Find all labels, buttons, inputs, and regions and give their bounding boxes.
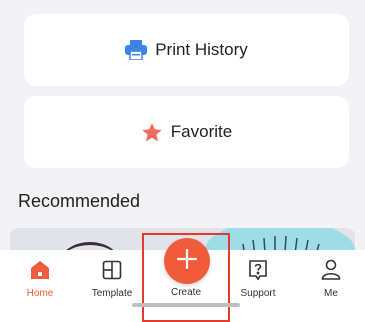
home-icon bbox=[28, 258, 52, 282]
star-icon bbox=[141, 122, 163, 143]
tab-me[interactable]: Me bbox=[301, 258, 361, 299]
plus-icon bbox=[176, 248, 198, 274]
home-indicator bbox=[132, 303, 240, 307]
tab-home[interactable]: Home bbox=[10, 258, 70, 299]
favorite-label: Favorite bbox=[170, 122, 233, 141]
create-highlight: Create bbox=[142, 233, 230, 322]
profile-icon bbox=[319, 258, 343, 282]
favorite-card[interactable]: Favorite bbox=[24, 96, 349, 168]
support-icon bbox=[246, 258, 270, 282]
tab-me-label: Me bbox=[324, 288, 338, 299]
template-icon bbox=[100, 258, 124, 282]
recommended-heading: Recommended bbox=[18, 191, 141, 211]
create-button[interactable] bbox=[164, 238, 210, 284]
tab-create-label: Create bbox=[170, 287, 201, 298]
tab-home-label: Home bbox=[26, 288, 54, 299]
tab-template[interactable]: Template bbox=[82, 258, 142, 299]
tab-support-label: Support bbox=[240, 288, 276, 299]
printer-icon bbox=[125, 40, 148, 60]
print-history-card[interactable]: Print History bbox=[24, 14, 349, 86]
tab-template-label: Template bbox=[91, 288, 133, 299]
print-history-label: Print History bbox=[155, 40, 248, 59]
tab-support[interactable]: Support bbox=[228, 258, 288, 299]
